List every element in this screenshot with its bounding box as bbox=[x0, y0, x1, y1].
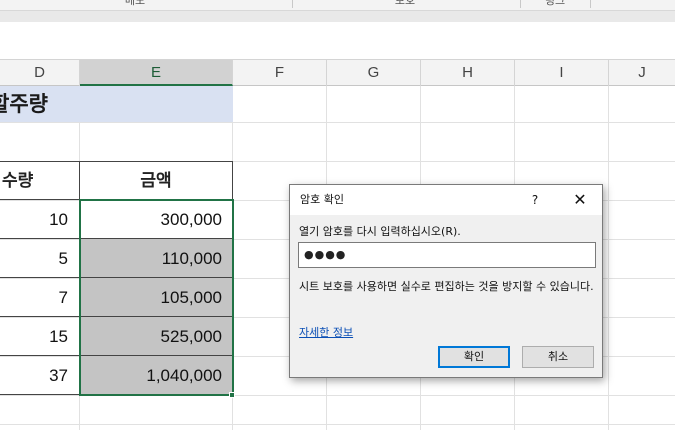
column-header-d[interactable]: D bbox=[0, 60, 80, 86]
ribbon-separator bbox=[590, 0, 591, 8]
caution-text: 시트 보호를 사용하면 실수로 편집하는 것을 방지할 수 있습니다. bbox=[299, 280, 594, 293]
cell-amount[interactable]: 105,000 bbox=[80, 278, 233, 317]
help-button[interactable]: ? bbox=[520, 185, 550, 215]
header-amount[interactable]: 금액 bbox=[79, 161, 233, 200]
grid-line bbox=[0, 122, 675, 123]
cell-quantity[interactable]: 37 bbox=[0, 356, 80, 395]
grid-line bbox=[608, 86, 609, 430]
cell-quantity[interactable]: 7 bbox=[0, 278, 80, 317]
ribbon-group-comments: 메모 bbox=[124, 0, 146, 7]
ribbon: 메모 보호 링크 bbox=[0, 0, 675, 22]
column-header-j[interactable]: J bbox=[609, 60, 675, 86]
dialog-title: 암호 확인 bbox=[300, 193, 344, 206]
column-header-h[interactable]: H bbox=[421, 60, 515, 86]
column-headers: D E F G H I J bbox=[0, 60, 675, 86]
column-header-f[interactable]: F bbox=[233, 60, 327, 86]
dialog-titlebar[interactable]: 암호 확인 ? ✕ bbox=[290, 185, 602, 215]
ribbon-group-links: 링크 bbox=[544, 0, 566, 7]
column-header-g[interactable]: G bbox=[327, 60, 421, 86]
fill-handle[interactable] bbox=[229, 392, 235, 398]
cell-amount[interactable]: 110,000 bbox=[80, 239, 233, 278]
grid-line bbox=[0, 395, 675, 396]
cell-quantity[interactable]: 10 bbox=[0, 200, 80, 239]
cancel-button[interactable]: 취소 bbox=[522, 346, 594, 368]
cell-quantity[interactable]: 15 bbox=[0, 317, 80, 356]
header-quantity[interactable]: 수량 bbox=[0, 161, 80, 200]
cell-amount[interactable]: 300,000 bbox=[80, 200, 233, 239]
ribbon-group-protect: 보호 bbox=[394, 0, 416, 7]
cell-quantity[interactable]: 5 bbox=[0, 239, 80, 278]
column-header-e[interactable]: E bbox=[80, 60, 233, 86]
password-input[interactable]: ●●●● bbox=[298, 242, 596, 268]
cell-amount[interactable]: 525,000 bbox=[80, 317, 233, 356]
grid-line bbox=[0, 424, 675, 425]
column-header-i[interactable]: I bbox=[515, 60, 609, 86]
close-icon[interactable]: ✕ bbox=[562, 185, 598, 215]
ribbon-separator bbox=[292, 0, 293, 8]
ok-button[interactable]: 확인 bbox=[438, 346, 510, 368]
confirm-password-dialog: 암호 확인 ? ✕ 열기 암호를 다시 입력하십시오(R). ●●●● 시트 보… bbox=[289, 184, 603, 378]
sheet-title: 할주량 bbox=[0, 92, 48, 116]
cell-amount[interactable]: 1,040,000 bbox=[80, 356, 233, 395]
more-info-link[interactable]: 자세한 정보 bbox=[299, 324, 353, 340]
formula-bar-area[interactable] bbox=[0, 22, 675, 60]
ribbon-collapse-strip bbox=[0, 10, 675, 22]
reenter-password-label: 열기 암호를 다시 입력하십시오(R). bbox=[299, 225, 461, 238]
